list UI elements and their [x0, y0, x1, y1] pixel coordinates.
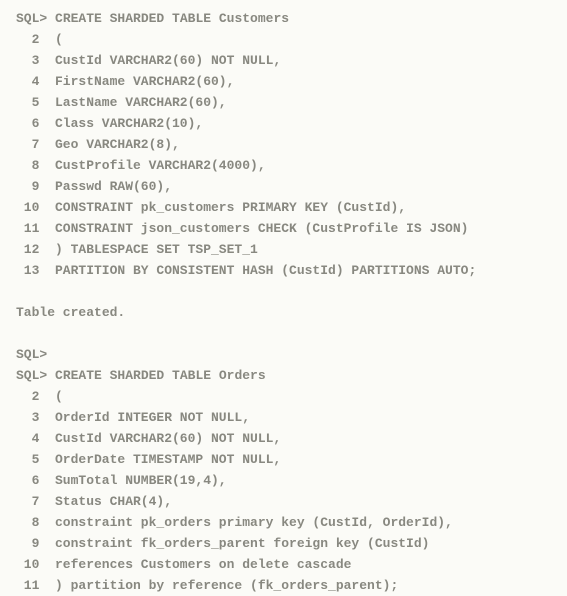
sql-line: 11 CONSTRAINT json_customers CHECK (CustP…: [16, 218, 551, 239]
sql-line: 7 Geo VARCHAR2(8),: [16, 134, 551, 155]
sql-code: CREATE SHARDED TABLE Orders: [55, 368, 266, 383]
sql-line: 10 references Customers on delete cascade: [16, 554, 551, 575]
line-number: 11: [16, 218, 39, 239]
sql-line: 13 PARTITION BY CONSISTENT HASH (CustId) …: [16, 260, 551, 281]
line-number: 5: [16, 92, 39, 113]
sql-code: references Customers on delete cascade: [55, 557, 351, 572]
sql-line: SQL> CREATE SHARDED TABLE Orders: [16, 365, 551, 386]
sql-code: OrderDate TIMESTAMP NOT NULL,: [55, 452, 281, 467]
sql-line: 2(: [16, 29, 551, 50]
sql-code: CONSTRAINT pk_customers PRIMARY KEY (Cus…: [55, 200, 406, 215]
line-number: 10: [16, 554, 39, 575]
terminal-output: SQL>CREATE SHARDED TABLE Customers 2( 3C…: [16, 8, 551, 596]
sql-line: 6 Class VARCHAR2(10),: [16, 113, 551, 134]
line-number: 11: [16, 575, 39, 596]
sql-code: ) partition by reference (fk_orders_pare…: [55, 578, 398, 593]
sql-line: 3 OrderId INTEGER NOT NULL,: [16, 407, 551, 428]
sql-code: SumTotal NUMBER(19,4),: [55, 473, 227, 488]
line-number: 8: [16, 512, 39, 533]
sql-code: Geo VARCHAR2(8),: [55, 137, 180, 152]
sql-code: Passwd RAW(60),: [55, 179, 172, 194]
sql-prompt: SQL>: [16, 344, 47, 365]
line-number: 3: [16, 407, 39, 428]
sql-line: 4 FirstName VARCHAR2(60),: [16, 71, 551, 92]
sql-line: 5 OrderDate TIMESTAMP NOT NULL,: [16, 449, 551, 470]
blank-line: [16, 281, 551, 302]
line-number: 7: [16, 134, 39, 155]
line-number: 6: [16, 113, 39, 134]
sql-line: 2(: [16, 386, 551, 407]
sql-code: CustId VARCHAR2(60) NOT NULL,: [55, 53, 281, 68]
sql-line: 7 Status CHAR(4),: [16, 491, 551, 512]
line-number: 3: [16, 50, 39, 71]
line-number: 9: [16, 533, 39, 554]
sql-prompt: SQL>: [16, 365, 47, 386]
sql-prompt: SQL>: [16, 8, 47, 29]
line-number: 9: [16, 176, 39, 197]
sql-line: 3 CustId VARCHAR2(60) NOT NULL,: [16, 50, 551, 71]
sql-code: CustId VARCHAR2(60) NOT NULL,: [55, 431, 281, 446]
line-number: 5: [16, 449, 39, 470]
sql-code: Status CHAR(4),: [55, 494, 172, 509]
sql-line: 5 LastName VARCHAR2(60),: [16, 92, 551, 113]
sql-code: LastName VARCHAR2(60),: [55, 95, 227, 110]
sql-line: 10 CONSTRAINT pk_customers PRIMARY KEY (C…: [16, 197, 551, 218]
blank-line: [16, 323, 551, 344]
sql-code: CONSTRAINT json_customers CHECK (CustPro…: [55, 221, 468, 236]
sql-line: 8 CustProfile VARCHAR2(4000),: [16, 155, 551, 176]
line-number: 8: [16, 155, 39, 176]
line-number: 2: [16, 29, 39, 50]
line-number: 2: [16, 386, 39, 407]
line-number: 4: [16, 71, 39, 92]
result-message: Table created.: [16, 302, 551, 323]
line-number: 4: [16, 428, 39, 449]
sql-line: SQL> CREATE SHARDED TABLE Customers: [16, 8, 551, 29]
sql-line: 11 ) partition by reference (fk_orders_pa…: [16, 575, 551, 596]
sql-code: (: [55, 32, 63, 47]
sql-code: constraint fk_orders_parent foreign key …: [55, 536, 429, 551]
sql-code: CREATE SHARDED TABLE Customers: [55, 11, 289, 26]
line-number: 6: [16, 470, 39, 491]
sql-line: 6 SumTotal NUMBER(19,4),: [16, 470, 551, 491]
line-number: 12: [16, 239, 39, 260]
sql-code: FirstName VARCHAR2(60),: [55, 74, 234, 89]
sql-line: 9 Passwd RAW(60),: [16, 176, 551, 197]
sql-line: 8 constraint pk_orders primary key (CustI…: [16, 512, 551, 533]
line-number: 7: [16, 491, 39, 512]
sql-code: (: [55, 389, 63, 404]
sql-code: ) TABLESPACE SET TSP_SET_1: [55, 242, 258, 257]
sql-line: 4 CustId VARCHAR2(60) NOT NULL,: [16, 428, 551, 449]
sql-code: Class VARCHAR2(10),: [55, 116, 203, 131]
sql-code: OrderId INTEGER NOT NULL,: [55, 410, 250, 425]
sql-code: CustProfile VARCHAR2(4000),: [55, 158, 266, 173]
sql-line: SQL>: [16, 344, 551, 365]
sql-line: 9 constraint fk_orders_parent foreign key…: [16, 533, 551, 554]
line-number: 10: [16, 197, 39, 218]
line-number: 13: [16, 260, 39, 281]
sql-code: constraint pk_orders primary key (CustId…: [55, 515, 453, 530]
sql-code: PARTITION BY CONSISTENT HASH (CustId) PA…: [55, 263, 476, 278]
sql-line: 12 ) TABLESPACE SET TSP_SET_1: [16, 239, 551, 260]
